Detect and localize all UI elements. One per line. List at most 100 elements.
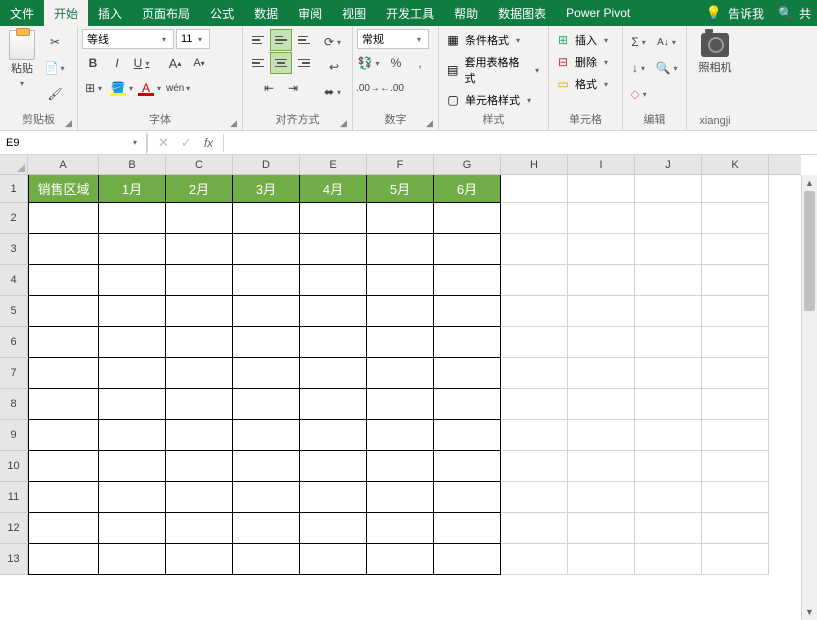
col-header-D[interactable]: D: [233, 155, 300, 174]
cell-G4[interactable]: [434, 265, 501, 296]
cell-K7[interactable]: [702, 358, 769, 389]
align-launcher[interactable]: ◢: [340, 118, 350, 128]
row-header-9[interactable]: 9: [0, 420, 27, 451]
cell-E9[interactable]: [300, 420, 367, 451]
cell-E2[interactable]: [300, 203, 367, 234]
col-header-C[interactable]: C: [166, 155, 233, 174]
cell-B10[interactable]: [99, 451, 166, 482]
cell-A3[interactable]: [28, 234, 99, 265]
col-header-G[interactable]: G: [434, 155, 501, 174]
number-format-select[interactable]: 常规▾: [357, 29, 429, 49]
cell-D10[interactable]: [233, 451, 300, 482]
orientation-button[interactable]: ⟳▾: [321, 31, 347, 53]
cell-H11[interactable]: [501, 482, 568, 513]
phonetic-button[interactable]: wén▾: [166, 77, 192, 99]
cell-H10[interactable]: [501, 451, 568, 482]
insert-cells-button[interactable]: ⊞插入▾: [553, 31, 613, 49]
col-header-E[interactable]: E: [300, 155, 367, 174]
cell-E11[interactable]: [300, 482, 367, 513]
cell-C12[interactable]: [166, 513, 233, 544]
cell-B12[interactable]: [99, 513, 166, 544]
cell-D12[interactable]: [233, 513, 300, 544]
cell-K5[interactable]: [702, 296, 769, 327]
underline-button[interactable]: U▾: [130, 52, 156, 74]
cell-C8[interactable]: [166, 389, 233, 420]
cell-D1[interactable]: 3月: [233, 175, 300, 203]
cell-J10[interactable]: [635, 451, 702, 482]
cell-D2[interactable]: [233, 203, 300, 234]
cell-D4[interactable]: [233, 265, 300, 296]
format-as-table-button[interactable]: ▤套用表格格式▾: [443, 53, 544, 87]
cell-G2[interactable]: [434, 203, 501, 234]
cell-E4[interactable]: [300, 265, 367, 296]
cell-J2[interactable]: [635, 203, 702, 234]
cell-J7[interactable]: [635, 358, 702, 389]
cell-K11[interactable]: [702, 482, 769, 513]
cell-H2[interactable]: [501, 203, 568, 234]
row-header-10[interactable]: 10: [0, 451, 27, 482]
col-header-B[interactable]: B: [99, 155, 166, 174]
menu-help[interactable]: 帮助: [444, 0, 488, 26]
decrease-decimal-button[interactable]: ←.00: [381, 77, 403, 99]
cell-K4[interactable]: [702, 265, 769, 296]
cell-F1[interactable]: 5月: [367, 175, 434, 203]
cell-C13[interactable]: [166, 544, 233, 575]
cell-I8[interactable]: [568, 389, 635, 420]
row-header-2[interactable]: 2: [0, 203, 27, 234]
cell-K9[interactable]: [702, 420, 769, 451]
cell-A10[interactable]: [28, 451, 99, 482]
cell-B6[interactable]: [99, 327, 166, 358]
cell-E8[interactable]: [300, 389, 367, 420]
cell-B1[interactable]: 1月: [99, 175, 166, 203]
cell-C9[interactable]: [166, 420, 233, 451]
cell-J5[interactable]: [635, 296, 702, 327]
cell-J8[interactable]: [635, 389, 702, 420]
cell-C2[interactable]: [166, 203, 233, 234]
cell-I2[interactable]: [568, 203, 635, 234]
cell-B11[interactable]: [99, 482, 166, 513]
cell-E1[interactable]: 4月: [300, 175, 367, 203]
cell-G5[interactable]: [434, 296, 501, 327]
scroll-thumb[interactable]: [804, 191, 815, 311]
cell-A13[interactable]: [28, 544, 99, 575]
col-header-F[interactable]: F: [367, 155, 434, 174]
cell-J6[interactable]: [635, 327, 702, 358]
cell-C6[interactable]: [166, 327, 233, 358]
cell-G6[interactable]: [434, 327, 501, 358]
cell-D3[interactable]: [233, 234, 300, 265]
align-right-button[interactable]: [293, 52, 315, 74]
cell-A2[interactable]: [28, 203, 99, 234]
cell-E3[interactable]: [300, 234, 367, 265]
tell-me[interactable]: 告诉我: [728, 5, 764, 22]
col-header-I[interactable]: I: [568, 155, 635, 174]
accounting-button[interactable]: 💱▾: [357, 52, 383, 74]
cell-G12[interactable]: [434, 513, 501, 544]
menu-view[interactable]: 视图: [332, 0, 376, 26]
cell-C10[interactable]: [166, 451, 233, 482]
row-header-3[interactable]: 3: [0, 234, 27, 265]
cell-F2[interactable]: [367, 203, 434, 234]
cell-A1[interactable]: 销售区域: [28, 175, 99, 203]
cell-I6[interactable]: [568, 327, 635, 358]
cell-J3[interactable]: [635, 234, 702, 265]
cell-F3[interactable]: [367, 234, 434, 265]
select-all-corner[interactable]: [0, 155, 28, 175]
cell-I12[interactable]: [568, 513, 635, 544]
cell-I9[interactable]: [568, 420, 635, 451]
enter-formula-button[interactable]: ✓: [181, 135, 192, 151]
border-button[interactable]: ⊞▾: [82, 77, 108, 99]
row-header-12[interactable]: 12: [0, 513, 27, 544]
cell-H12[interactable]: [501, 513, 568, 544]
cell-I3[interactable]: [568, 234, 635, 265]
cell-I11[interactable]: [568, 482, 635, 513]
cell-K1[interactable]: [702, 175, 769, 203]
cancel-formula-button[interactable]: ✕: [158, 135, 169, 151]
cell-G8[interactable]: [434, 389, 501, 420]
cell-G11[interactable]: [434, 482, 501, 513]
scroll-up-button[interactable]: ▲: [802, 175, 817, 191]
font-name-select[interactable]: 等线▾: [82, 29, 174, 49]
cell-F9[interactable]: [367, 420, 434, 451]
cell-H4[interactable]: [501, 265, 568, 296]
cell-F8[interactable]: [367, 389, 434, 420]
cell-I4[interactable]: [568, 265, 635, 296]
